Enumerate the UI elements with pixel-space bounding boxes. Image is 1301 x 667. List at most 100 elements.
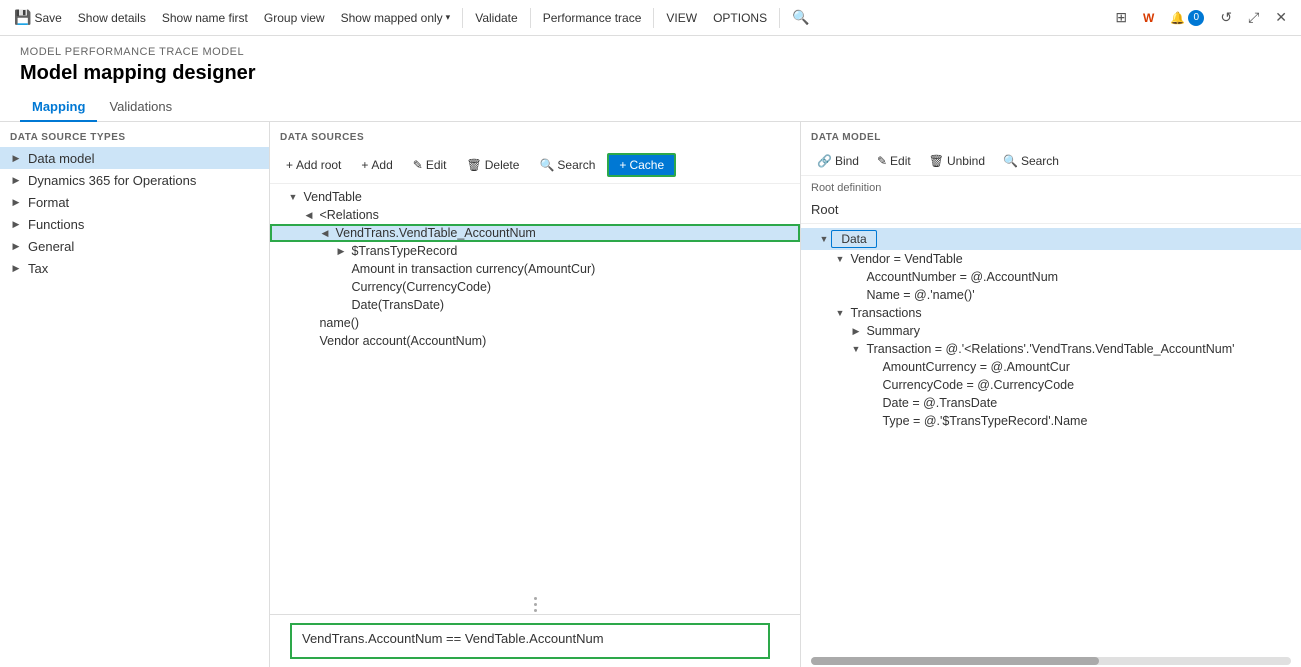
expand-icon: ▶ <box>849 324 863 338</box>
expand-icon: ▼ <box>849 342 863 356</box>
tab-validations[interactable]: Validations <box>97 93 184 122</box>
datasource-types-header: DATA SOURCE TYPES <box>0 122 269 147</box>
datasource-type-format[interactable]: ▶ Format <box>0 191 269 213</box>
validate-button[interactable]: Validate <box>469 9 523 27</box>
data-badge: Data <box>831 230 877 248</box>
show-name-first-button[interactable]: Show name first <box>156 9 254 27</box>
tab-bar: Mapping Validations <box>0 93 1301 122</box>
refresh-icon: ↺ <box>1220 9 1232 26</box>
dm-node-vendor[interactable]: ▼ Vendor = VendTable <box>801 250 1301 268</box>
expand-icon: ▶ <box>8 260 24 276</box>
root-definition-label: Root definition <box>801 176 1301 200</box>
performance-trace-button[interactable]: Performance trace <box>537 9 648 27</box>
datasources-tree: ▼ VendTable ◀ <Relations ◀ VendTrans.Ven… <box>270 184 800 594</box>
tree-node-relations[interactable]: ◀ <Relations <box>270 206 800 224</box>
dm-node-date-dm[interactable]: Date = @.TransDate <box>801 394 1301 412</box>
unbind-button[interactable]: 🗑 Unbind <box>921 151 993 171</box>
tree-node-vendtrans-accountnum[interactable]: ◀ VendTrans.VendTable_AccountNum <box>270 224 800 242</box>
tree-node-vendtable[interactable]: ▼ VendTable <box>270 188 800 206</box>
datasources-toolbar: + Add root + Add ✎ Edit 🗑 Delete 🔍 S <box>270 147 800 184</box>
dm-node-accountnumber[interactable]: AccountNumber = @.AccountNum <box>801 268 1301 286</box>
bind-button[interactable]: 🔗 Bind <box>809 151 867 171</box>
expression-box[interactable]: VendTrans.AccountNum == VendTable.Accoun… <box>290 623 770 659</box>
tab-mapping[interactable]: Mapping <box>20 93 97 122</box>
expand-icon <box>334 298 348 312</box>
expand-icon <box>334 280 348 294</box>
header: MODEL PERFORMANCE TRACE MODEL Model mapp… <box>0 36 1301 93</box>
tree-node-amountcur[interactable]: Amount in transaction currency(AmountCur… <box>270 260 800 278</box>
dm-node-summary[interactable]: ▶ Summary <box>801 322 1301 340</box>
delete-icon: 🗑 <box>467 158 482 172</box>
bell-icon: 🔔 <box>1170 11 1185 25</box>
expand-icon: ◀ <box>302 208 316 222</box>
edit-button[interactable]: ✎ Edit <box>405 155 455 175</box>
separator <box>779 8 780 28</box>
notifications-button[interactable]: 🔔 0 <box>1164 8 1210 28</box>
expand-icon <box>334 262 348 276</box>
cache-button[interactable]: + Cache <box>607 153 676 177</box>
tree-node-name[interactable]: name() <box>270 314 800 332</box>
group-view-button[interactable]: Group view <box>258 9 331 27</box>
maximize-icon: ⤢ <box>1248 9 1259 26</box>
expand-icon <box>849 270 863 284</box>
dm-node-amountcurrency[interactable]: AmountCurrency = @.AmountCur <box>801 358 1301 376</box>
search-dm-button[interactable]: 🔍 Search <box>995 151 1067 171</box>
view-button[interactable]: VIEW <box>660 9 703 27</box>
separator <box>530 8 531 28</box>
tree-node-currency[interactable]: Currency(CurrencyCode) <box>270 278 800 296</box>
dm-node-name-dm[interactable]: Name = @.'name()' <box>801 286 1301 304</box>
datasource-type-dynamics365[interactable]: ▶ Dynamics 365 for Operations <box>0 169 269 191</box>
datasource-type-functions[interactable]: ▶ Functions <box>0 213 269 235</box>
global-search-button[interactable]: 🔍 <box>786 7 815 28</box>
right-panel: DATA MODEL 🔗 Bind ✎ Edit 🗑 Unbind 🔍 Sear… <box>801 122 1301 667</box>
dm-node-transactions[interactable]: ▼ Transactions <box>801 304 1301 322</box>
datamodel-header: DATA MODEL <box>801 122 1301 147</box>
dm-node-currencycode[interactable]: CurrencyCode = @.CurrencyCode <box>801 376 1301 394</box>
tree-node-vendor-account[interactable]: Vendor account(AccountNum) <box>270 332 800 350</box>
middle-panel: DATA SOURCES + Add root + Add ✎ Edit 🗑 D… <box>270 122 801 667</box>
datasource-type-general[interactable]: ▶ General <box>0 235 269 257</box>
tree-node-transtyperecord[interactable]: ▶ $TransTypeRecord <box>270 242 800 260</box>
search-icon: 🔍 <box>1003 154 1018 168</box>
close-button[interactable]: ✕ <box>1269 7 1293 28</box>
maximize-button[interactable]: ⤢ <box>1242 7 1265 28</box>
expand-icon: ▼ <box>833 252 847 266</box>
main-area: MODEL PERFORMANCE TRACE MODEL Model mapp… <box>0 36 1301 667</box>
save-button[interactable]: 💾 Save <box>8 7 68 28</box>
unbind-icon: 🗑 <box>929 154 944 168</box>
edit-icon: ✎ <box>413 158 423 172</box>
refresh-button[interactable]: ↺ <box>1214 7 1238 28</box>
dm-node-type[interactable]: Type = @.'$TransTypeRecord'.Name <box>801 412 1301 430</box>
dropdown-arrow-icon: ▾ <box>446 12 451 23</box>
expand-icon: ▼ <box>833 306 847 320</box>
dm-node-transaction[interactable]: ▼ Transaction = @.'<Relations'.'VendTran… <box>801 340 1301 358</box>
expand-icon <box>865 396 879 410</box>
datamodel-tree: ▼ Data ▼ Vendor = VendTable AccountNumbe… <box>801 224 1301 655</box>
expand-icon: ▶ <box>8 150 24 166</box>
delete-button[interactable]: 🗑 Delete <box>459 155 528 175</box>
datamodel-toolbar: 🔗 Bind ✎ Edit 🗑 Unbind 🔍 Search <box>801 147 1301 176</box>
expression-bar: VendTrans.AccountNum == VendTable.Accoun… <box>270 614 800 667</box>
show-mapped-only-button[interactable]: Show mapped only ▾ <box>335 9 457 27</box>
add-root-button[interactable]: + Add root <box>278 155 349 175</box>
office-button[interactable]: W <box>1137 9 1160 27</box>
expand-icon: ▼ <box>817 232 831 246</box>
dm-node-data[interactable]: ▼ Data <box>801 228 1301 250</box>
edit-dm-button[interactable]: ✎ Edit <box>869 151 919 171</box>
add-button[interactable]: + Add <box>353 155 400 175</box>
drag-handle[interactable] <box>270 594 800 614</box>
horizontal-scrollbar[interactable] <box>811 657 1291 665</box>
expand-icon <box>302 334 316 348</box>
separator <box>653 8 654 28</box>
datasource-type-data-model[interactable]: ▶ Data model <box>0 147 269 169</box>
search-button[interactable]: 🔍 Search <box>531 155 603 175</box>
expand-icon: ▶ <box>8 194 24 210</box>
extensions-button[interactable]: ⊞ <box>1109 7 1133 28</box>
show-details-button[interactable]: Show details <box>72 9 152 27</box>
datasource-type-tax[interactable]: ▶ Tax <box>0 257 269 279</box>
edit-icon: ✎ <box>877 154 887 168</box>
options-button[interactable]: OPTIONS <box>707 9 773 27</box>
tree-node-date[interactable]: Date(TransDate) <box>270 296 800 314</box>
root-value: Root <box>801 200 1301 224</box>
expand-icon <box>865 360 879 374</box>
